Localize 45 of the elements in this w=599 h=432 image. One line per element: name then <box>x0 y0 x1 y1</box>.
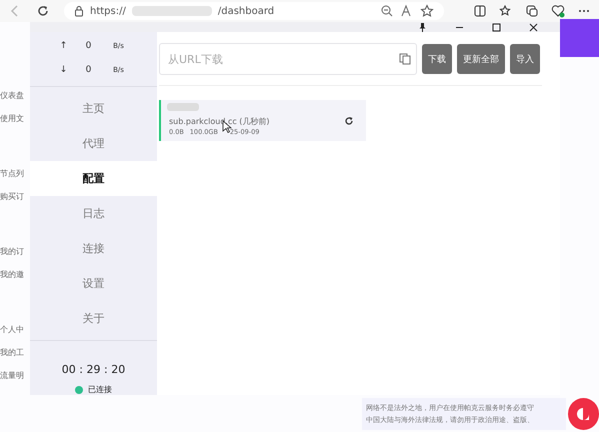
arrow-text: ↓ <box>60 65 68 75</box>
health-icon[interactable] <box>551 4 565 18</box>
menu-item[interactable]: 仪表盘 <box>0 90 30 113</box>
menu-item[interactable]: 购买订 <box>0 191 30 214</box>
nav-item[interactable]: 设置 <box>30 266 157 301</box>
nav-item[interactable]: 主页 <box>30 91 157 126</box>
menu-item[interactable]: 我的订 <box>0 246 30 269</box>
blurred-text <box>167 103 199 111</box>
menu-item[interactable]: 节点列 <box>0 168 30 191</box>
star-icon[interactable] <box>420 4 434 18</box>
arrow-text: ↑ <box>60 41 68 51</box>
menu-item[interactable]: 我的邀 <box>0 269 30 292</box>
menu-item[interactable]: 使用文 <box>0 113 30 136</box>
menu-item[interactable]: 流量明 <box>0 370 30 393</box>
url-text: https:// <box>90 6 126 16</box>
speed-value: 0 <box>86 41 92 51</box>
nav-item[interactable]: 代理 <box>30 126 157 161</box>
toolbar-button[interactable]: 更新全部 <box>457 44 505 74</box>
copy-icon[interactable] <box>399 53 411 65</box>
menu-item[interactable]: 个人中 <box>0 324 30 347</box>
toolbar-button[interactable]: 下载 <box>422 44 452 74</box>
nav-item[interactable]: 连接 <box>30 231 157 266</box>
address-bar[interactable]: https:// /dashboard <box>64 2 444 20</box>
speed-value: 0 <box>86 65 92 75</box>
close-icon[interactable] <box>529 22 538 32</box>
refresh-icon[interactable] <box>344 116 354 126</box>
reload-icon[interactable] <box>36 4 50 18</box>
menu-item[interactable]: 我的工 <box>0 347 30 370</box>
chat-button[interactable] <box>568 398 599 430</box>
maximize-icon[interactable] <box>492 22 501 32</box>
url-input-field[interactable]: 从URL下载 <box>159 43 417 75</box>
url-text: /dashboard <box>218 6 274 16</box>
nav-item[interactable]: 日志 <box>30 196 157 231</box>
profile-url: sub.parkcloud.cc (几秒前) <box>169 116 271 126</box>
split-screen-icon[interactable] <box>473 4 487 18</box>
nav-item[interactable]: 配置 <box>30 161 157 196</box>
timer-text: 00 : 29 : 20 <box>62 363 126 376</box>
collections-icon[interactable] <box>525 4 539 18</box>
nav-item[interactable]: 关于 <box>30 301 157 336</box>
zoom-icon[interactable] <box>380 4 394 18</box>
pin-icon[interactable] <box>418 22 427 32</box>
status-text: 已连接 <box>88 384 112 395</box>
favorites-icon[interactable] <box>499 4 513 18</box>
lock-icon <box>74 4 84 18</box>
toolbar-button[interactable]: 导入 <box>510 44 540 74</box>
